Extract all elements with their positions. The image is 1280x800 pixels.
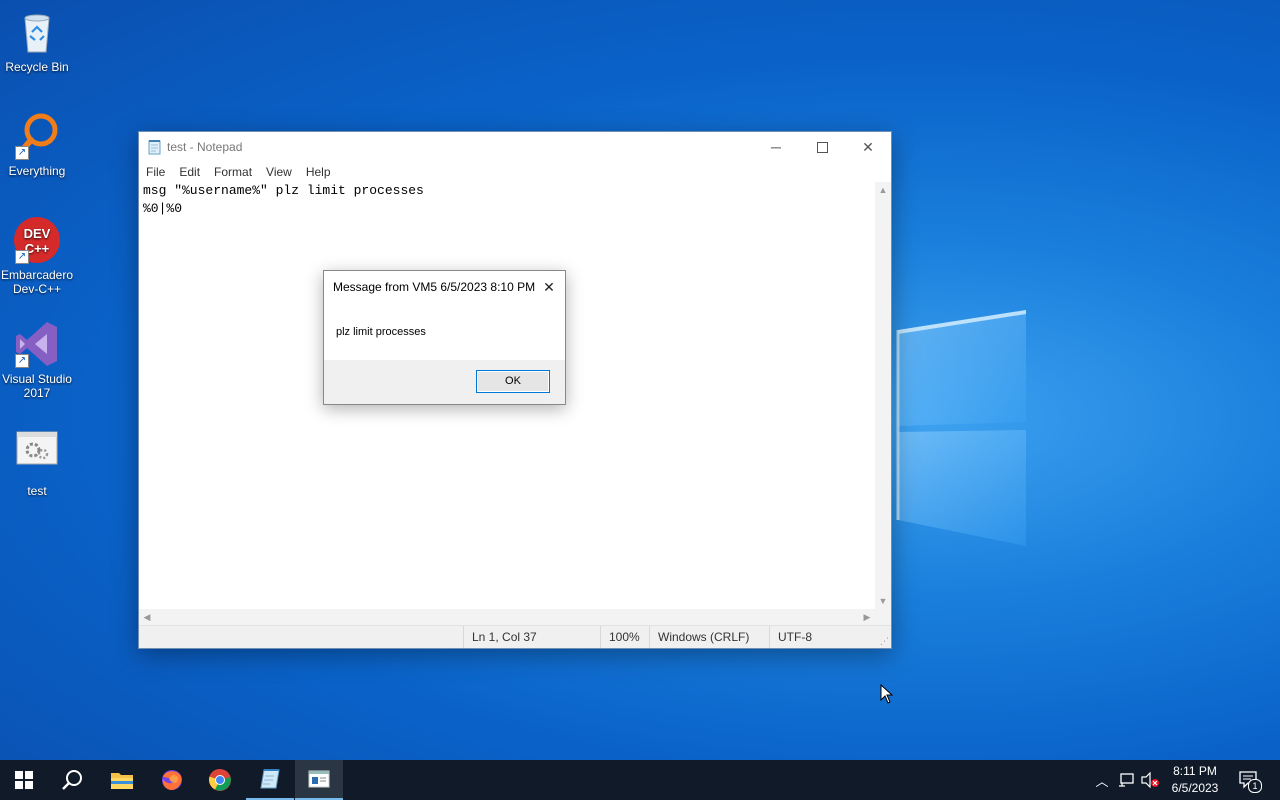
network-button[interactable] <box>1116 770 1136 790</box>
scroll-up-icon[interactable]: ▲ <box>875 182 891 198</box>
taskbar-firefox[interactable] <box>148 760 196 800</box>
chevron-up-icon: ︿ <box>1095 773 1109 789</box>
desktop-icon-devcpp[interactable]: DEV C++ ↗ Embarcadero Dev-C++ <box>0 216 74 296</box>
start-button[interactable] <box>0 760 48 800</box>
action-center-button[interactable]: 1 <box>1238 770 1262 793</box>
chrome-icon <box>209 768 231 791</box>
status-bar: Ln 1, Col 37 100% Windows (CRLF) UTF-8 ⋰ <box>139 625 891 648</box>
batch-file-icon <box>13 426 61 474</box>
desktop-icon-visual-studio[interactable]: ↗ Visual Studio 2017 <box>0 320 74 400</box>
desktop-icon-label: Recycle Bin <box>5 60 69 74</box>
notepad-icon <box>260 769 280 789</box>
taskbar-chrome[interactable] <box>196 760 244 800</box>
status-cursor-position: Ln 1, Col 37 <box>463 626 537 648</box>
menu-help[interactable]: Help <box>299 162 338 182</box>
folder-icon <box>111 773 133 789</box>
desktop-icon-label: Visual Studio 2017 <box>2 372 72 400</box>
dialog-title: Message from VM5 6/5/2023 8:10 PM <box>333 280 536 294</box>
maximize-button[interactable] <box>799 132 845 162</box>
dialog-footer: OK <box>324 360 565 404</box>
window-title: test - Notepad <box>167 140 243 154</box>
taskbar: ︿ 8:11 PM 6/5/2023 1 <box>0 760 1280 800</box>
taskbar-message-window[interactable] <box>295 760 343 800</box>
mouse-cursor-icon <box>880 684 894 704</box>
desktop-icon-label: Embarcadero Dev-C++ <box>0 268 74 296</box>
status-zoom: 100% <box>600 626 640 648</box>
notepad-icon <box>148 140 161 155</box>
show-hidden-icons-button[interactable]: ︿ <box>1092 770 1112 790</box>
clock-time: 8:11 PM <box>1173 764 1217 778</box>
menu-bar: File Edit Format View Help <box>139 162 891 182</box>
taskbar-notepad[interactable] <box>246 760 294 800</box>
status-line-ending: Windows (CRLF) <box>649 626 749 648</box>
resize-grip-icon[interactable]: ⋰ <box>880 636 889 647</box>
minimize-button[interactable]: ─ <box>753 132 799 162</box>
search-icon <box>62 770 82 790</box>
taskbar-clock[interactable]: 8:11 PM 6/5/2023 <box>1166 763 1224 797</box>
message-dialog[interactable]: Message from VM5 6/5/2023 8:10 PM ✕ plz … <box>323 270 566 405</box>
shortcut-arrow-icon: ↗ <box>15 146 29 160</box>
ok-button[interactable]: OK <box>476 370 550 393</box>
firefox-icon <box>162 770 182 790</box>
visual-studio-icon: ↗ <box>13 320 61 368</box>
message-window-icon <box>308 770 330 788</box>
taskbar-file-explorer[interactable] <box>98 760 146 800</box>
svg-text:DEV: DEV <box>24 226 51 241</box>
notepad-titlebar[interactable]: test - Notepad ─ ✕ <box>139 132 891 162</box>
scroll-left-icon[interactable]: ◀ <box>139 609 155 625</box>
notification-count-badge: 1 <box>1248 779 1262 793</box>
scroll-down-icon[interactable]: ▼ <box>875 593 891 609</box>
recycle-bin-icon <box>13 8 61 56</box>
menu-edit[interactable]: Edit <box>172 162 207 182</box>
desktop: Recycle Bin ↗ Everything DEV C++ ↗ Embar… <box>0 0 1280 760</box>
search-button[interactable] <box>48 760 96 800</box>
windows-logo-icon <box>15 771 33 789</box>
scrollbar-corner <box>875 609 891 625</box>
windows-wallpaper-logo <box>896 310 1026 546</box>
clock-date: 6/5/2023 <box>1171 781 1219 795</box>
desktop-icon-label: test <box>27 484 47 498</box>
devcpp-icon: DEV C++ ↗ <box>13 216 61 264</box>
desktop-icon-recycle-bin[interactable]: Recycle Bin <box>0 8 74 74</box>
minimize-icon: ─ <box>771 139 781 155</box>
volume-button[interactable] <box>1140 770 1160 790</box>
maximize-icon <box>816 141 828 153</box>
desktop-icon-label: Everything <box>8 164 66 178</box>
horizontal-scrollbar[interactable]: ◀ ▶ <box>139 609 875 625</box>
network-icon <box>1119 773 1134 787</box>
close-icon: ✕ <box>543 278 555 295</box>
shortcut-arrow-icon: ↗ <box>15 354 29 368</box>
close-icon: ✕ <box>862 138 874 155</box>
volume-muted-icon <box>1141 772 1159 788</box>
desktop-icon-everything[interactable]: ↗ Everything <box>0 112 74 178</box>
menu-format[interactable]: Format <box>207 162 259 182</box>
dialog-message: plz limit processes <box>336 326 426 338</box>
desktop-icon-test[interactable]: test <box>0 426 74 498</box>
vertical-scrollbar[interactable]: ▲ ▼ <box>875 182 891 609</box>
everything-search-icon: ↗ <box>13 112 61 160</box>
status-encoding: UTF-8 <box>769 626 812 648</box>
close-button[interactable]: ✕ <box>845 132 891 162</box>
menu-file[interactable]: File <box>139 162 172 182</box>
scroll-right-icon[interactable]: ▶ <box>859 609 875 625</box>
menu-view[interactable]: View <box>259 162 299 182</box>
dialog-close-button[interactable]: ✕ <box>539 277 559 297</box>
shortcut-arrow-icon: ↗ <box>15 250 29 264</box>
